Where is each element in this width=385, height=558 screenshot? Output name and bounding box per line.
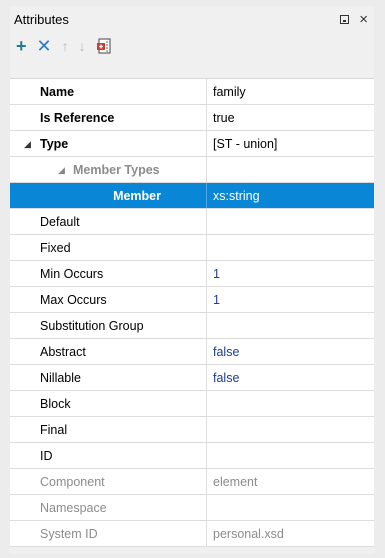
row-system-id: System ID personal.xsd [10,521,374,547]
close-icon[interactable]: × [359,12,368,27]
row-member[interactable]: Member xs:string [10,183,374,209]
property-label: ID [10,443,207,468]
property-label: Substitution Group [10,313,207,338]
property-value: personal.xsd [213,526,284,541]
row-type[interactable]: ◢ Type [ST - union] [10,131,374,157]
property-label: Min Occurs [10,261,207,286]
row-name[interactable]: Name family [10,79,374,105]
property-label: Is Reference [10,105,207,130]
row-block[interactable]: Block [10,391,374,417]
move-up-icon[interactable]: ↑ [62,39,69,53]
property-value[interactable]: false [207,365,374,390]
property-label: System ID [10,521,207,546]
property-value[interactable] [207,417,374,442]
add-icon[interactable]: + [16,37,27,55]
row-min-occurs[interactable]: Min Occurs 1 [10,261,374,287]
property-value[interactable]: xs:string [207,183,374,208]
property-value[interactable]: 1 [207,261,374,286]
row-is-reference[interactable]: Is Reference true [10,105,374,131]
row-fixed[interactable]: Fixed [10,235,374,261]
row-namespace: Namespace [10,495,374,521]
restore-icon[interactable] [340,14,350,24]
property-label: Block [10,391,207,416]
property-label: Fixed [10,235,207,260]
property-label: Max Occurs [10,287,207,312]
row-default[interactable]: Default [10,209,374,235]
property-label: Default [10,209,207,234]
property-value[interactable]: 1 [207,287,374,312]
row-id[interactable]: ID [10,443,374,469]
property-label: Member [10,183,207,208]
property-value[interactable]: family [207,79,374,104]
property-label: Abstract [10,339,207,364]
property-grid: Name family Is Reference true ◢ Type [ST… [10,78,374,547]
property-value [207,495,374,520]
panel-window-controls: × [340,12,368,27]
delete-icon[interactable]: ✕ [37,37,52,55]
row-nillable[interactable]: Nillable false [10,365,374,391]
collapse-triangle-icon[interactable]: ◢ [58,165,65,176]
panel-title: Attributes [14,11,69,27]
property-value[interactable] [207,443,374,468]
property-value[interactable] [207,157,374,182]
property-label: Member Types [10,157,207,182]
property-value[interactable] [207,235,374,260]
property-label: Name [10,79,207,104]
row-abstract[interactable]: Abstract false [10,339,374,365]
row-final[interactable]: Final [10,417,374,443]
panel-titlebar: Attributes × [10,6,374,32]
property-value[interactable] [207,313,374,338]
row-component: Component element [10,469,374,495]
extract-type-icon[interactable] [96,38,112,54]
collapse-triangle-icon[interactable]: ◢ [24,139,31,150]
row-substitution-group[interactable]: Substitution Group [10,313,374,339]
property-label: Type [10,131,207,156]
property-value[interactable]: true [207,105,374,130]
move-down-icon[interactable]: ↓ [79,39,86,53]
property-value[interactable] [207,209,374,234]
property-label: Nillable [10,365,207,390]
property-value[interactable]: false [207,339,374,364]
property-value: element [213,474,258,489]
property-value[interactable]: [ST - union] [207,131,374,156]
property-label: Namespace [10,495,207,520]
property-label: Component [10,469,207,494]
property-label: Final [10,417,207,442]
toolbar: + ✕ ↑ ↓ [10,32,374,60]
property-value[interactable] [207,391,374,416]
attributes-panel: Attributes × + ✕ ↑ ↓ Name family Is Refe… [10,6,374,554]
row-max-occurs[interactable]: Max Occurs 1 [10,287,374,313]
row-member-types[interactable]: ◢ Member Types [10,157,374,183]
